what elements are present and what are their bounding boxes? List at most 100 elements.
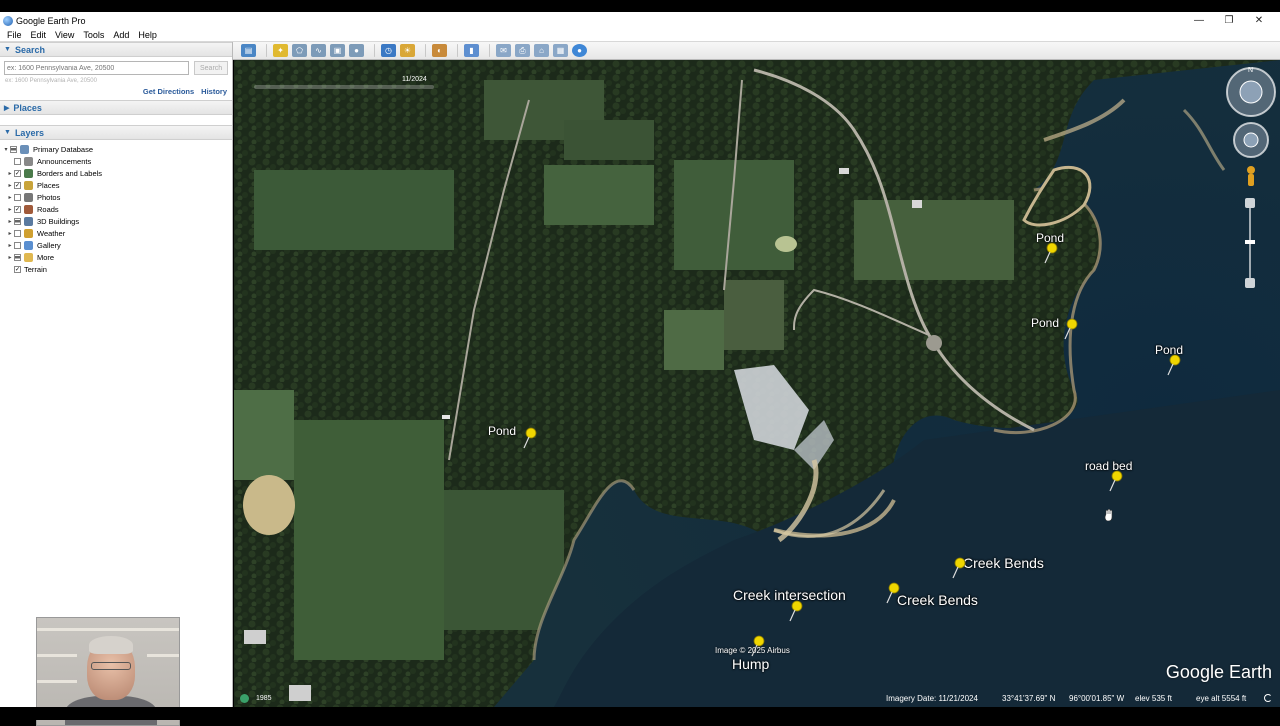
view-in-maps-icon[interactable]: ▦	[553, 44, 568, 57]
layer-item[interactable]: ▸ ✓ Roads	[0, 203, 232, 215]
expand-arrow-icon[interactable]: ▸	[6, 206, 14, 213]
time-slider[interactable]: 11/2024	[254, 76, 434, 90]
layer-label: More	[37, 252, 55, 262]
weather-icon	[24, 228, 33, 238]
hand-cursor-icon	[1104, 509, 1113, 521]
expand-arrow-icon[interactable]: ▸	[6, 242, 14, 249]
layer-item[interactable]: ▸ ✓ Borders and Labels	[0, 167, 232, 179]
layer-checkbox[interactable]: ✓	[14, 181, 21, 189]
record-tour-icon[interactable]: ●	[349, 44, 364, 57]
time-slider-track[interactable]	[254, 85, 434, 89]
search-panel-header[interactable]: ▼ Search	[0, 42, 232, 57]
pushpin-icon[interactable]	[1062, 318, 1080, 340]
layer-label: Announcements	[37, 156, 92, 166]
print-icon[interactable]: ⎙	[515, 44, 530, 57]
add-path-icon[interactable]: ∿	[311, 44, 326, 57]
places-icon	[24, 180, 33, 190]
layer-label: Borders and Labels	[37, 168, 103, 178]
building-icon	[24, 216, 33, 226]
layer-item[interactable]: ▸ 3D Buildings	[0, 215, 232, 227]
image-overlay-icon[interactable]: ▣	[330, 44, 345, 57]
longitude: 96°00'01.85" W	[1069, 693, 1125, 703]
sidebar-toggle-icon[interactable]: ▤	[241, 44, 256, 57]
layer-item[interactable]: ▸ Photos	[0, 191, 232, 203]
historical-imagery-icon[interactable]: ◷	[381, 44, 396, 57]
placemark-label[interactable]: Pond	[488, 424, 516, 438]
add-placemark-icon[interactable]: ✦	[273, 44, 288, 57]
layer-item[interactable]: ▸ Weather	[0, 227, 232, 239]
layer-checkbox[interactable]	[14, 229, 21, 237]
sunlight-icon[interactable]: ☀	[400, 44, 415, 57]
layer-checkbox[interactable]: ✓	[14, 265, 21, 273]
menu-help[interactable]: Help	[138, 30, 157, 40]
menu-add[interactable]: Add	[113, 30, 129, 40]
collapse-triangle-icon: ▼	[4, 46, 11, 53]
layer-label: 3D Buildings	[37, 216, 80, 226]
layer-checkbox[interactable]	[14, 217, 21, 225]
layer-checkbox[interactable]	[14, 253, 21, 261]
window-controls: — ❐ ✕	[1184, 12, 1274, 29]
sidebar: ▼ Search Search ex: 1600 Pennsylvania Av…	[0, 42, 233, 726]
expand-arrow-icon[interactable]: ▸	[6, 230, 14, 237]
save-image-icon[interactable]: ⌂	[534, 44, 549, 57]
expand-arrow-icon[interactable]: ▸	[6, 254, 14, 261]
expand-arrow-icon[interactable]: ▸	[6, 194, 14, 201]
pushpin-icon[interactable]	[787, 600, 805, 622]
road-icon	[24, 204, 33, 214]
planets-icon[interactable]: ◐	[432, 44, 447, 57]
placemark-label[interactable]: Hump	[732, 656, 769, 672]
expand-arrow-icon[interactable]: ▸	[6, 218, 14, 225]
menu-edit[interactable]: Edit	[31, 30, 47, 40]
expand-arrow-icon[interactable]: ▸	[6, 170, 14, 177]
search-button[interactable]: Search	[194, 61, 228, 75]
layer-checkbox[interactable]: ✓	[14, 205, 21, 213]
layer-checkbox[interactable]	[14, 157, 21, 165]
maximize-button[interactable]: ❐	[1214, 15, 1244, 26]
expand-arrow-icon[interactable]: ▾	[2, 146, 10, 153]
add-polygon-icon[interactable]: ⬠	[292, 44, 307, 57]
expand-arrow-icon[interactable]: ▸	[6, 182, 14, 189]
close-button[interactable]: ✕	[1244, 15, 1274, 26]
pushpin-icon[interactable]	[521, 427, 539, 449]
pushpin-icon[interactable]	[950, 557, 968, 579]
imagery-date: Imagery Date: 11/21/2024	[886, 693, 978, 703]
pushpin-icon[interactable]	[1042, 242, 1060, 264]
places-panel-header[interactable]: ▶ Places	[0, 100, 232, 115]
layer-item[interactable]: ▾ Primary Database	[0, 143, 232, 155]
layer-checkbox[interactable]	[14, 193, 21, 201]
navigation-controls[interactable]: N	[1224, 64, 1278, 294]
menu-bar: File Edit View Tools Add Help	[0, 29, 1280, 42]
search-input[interactable]	[4, 61, 190, 75]
layer-item[interactable]: ▸ More	[0, 251, 232, 263]
layer-label: Weather	[37, 228, 66, 238]
placemark-label[interactable]: Creek Bends	[897, 592, 978, 608]
pushpin-icon[interactable]	[1107, 470, 1125, 492]
ruler-icon[interactable]: ▮	[464, 44, 479, 57]
layer-item[interactable]: ▸ Gallery	[0, 239, 232, 251]
email-icon[interactable]: ✉	[496, 44, 511, 57]
layer-item[interactable]: ✓ Terrain	[0, 263, 232, 275]
layer-checkbox[interactable]	[10, 145, 17, 153]
search-panel-title: Search	[14, 44, 45, 55]
menu-view[interactable]: View	[55, 30, 74, 40]
database-icon	[20, 144, 29, 154]
map-view[interactable]: 11/2024 Pond Pond Pond Pond road bed Cre…	[234, 60, 1280, 707]
history-link[interactable]: History	[201, 87, 227, 96]
menu-file[interactable]: File	[7, 30, 22, 40]
menu-tools[interactable]: Tools	[83, 30, 104, 40]
layer-item[interactable]: ▸ ✓ Places	[0, 179, 232, 191]
layer-checkbox[interactable]: ✓	[14, 169, 21, 177]
title-bar: Google Earth Pro — ❐ ✕	[0, 12, 1280, 29]
placemark-label[interactable]: Pond	[1031, 316, 1059, 330]
layer-checkbox[interactable]	[14, 241, 21, 249]
placemark-label[interactable]: Creek Bends	[963, 555, 1044, 571]
get-directions-link[interactable]: Get Directions	[143, 87, 194, 96]
google-earth-web-icon[interactable]: ●	[572, 44, 587, 57]
pushpin-icon[interactable]	[884, 582, 902, 604]
search-links: Get Directions History	[0, 87, 232, 96]
layers-panel-header[interactable]: ▼ Layers	[0, 125, 232, 140]
layer-item[interactable]: Announcements	[0, 155, 232, 167]
minimize-button[interactable]: —	[1184, 15, 1214, 26]
mail-icon	[24, 156, 33, 166]
pushpin-icon[interactable]	[1165, 354, 1183, 376]
